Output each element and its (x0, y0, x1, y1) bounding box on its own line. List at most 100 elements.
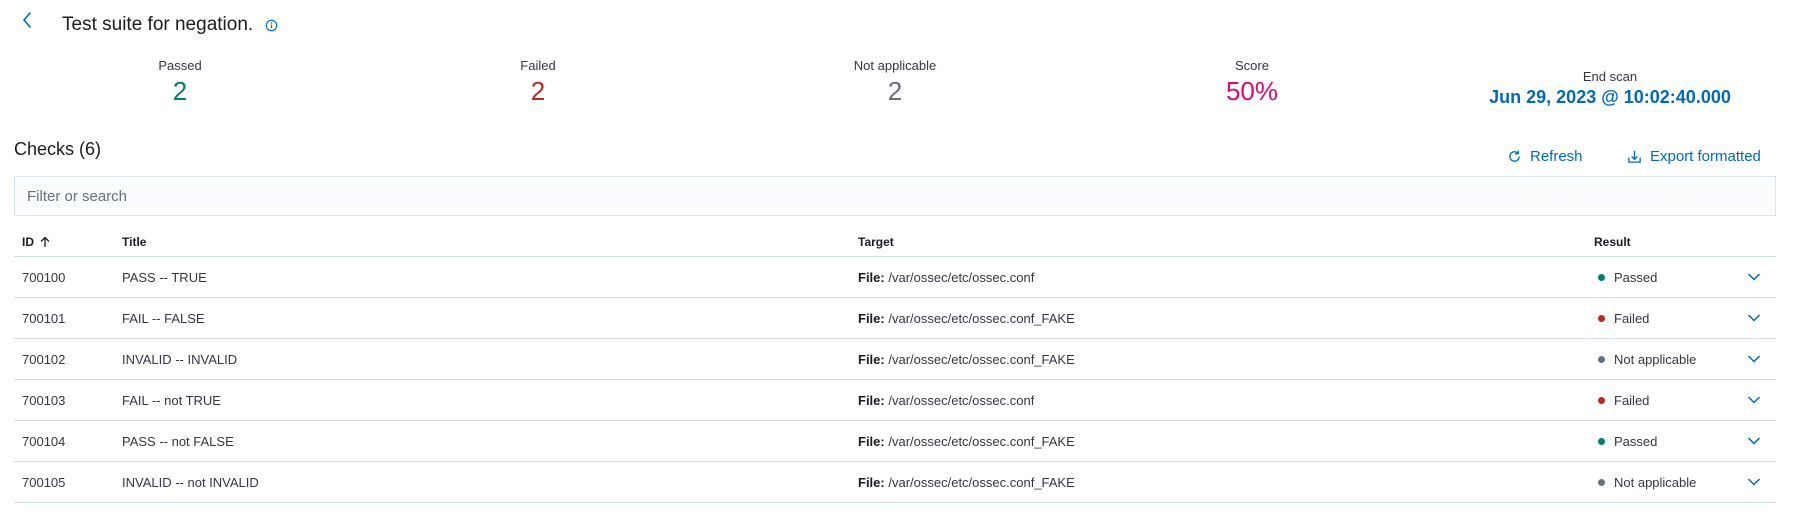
target-path: /var/ossec/etc/ossec.conf_FAKE (888, 434, 1075, 449)
cell-result: Failed (1598, 393, 1649, 408)
stat-value-failed: 2 (530, 76, 546, 106)
chevron-down-icon (1747, 355, 1761, 363)
target-path: /var/ossec/etc/ossec.conf_FAKE (888, 352, 1075, 367)
table-row[interactable]: 700101 FAIL -- FALSE File: /var/ossec/et… (14, 298, 1776, 339)
cell-id: 700105 (22, 475, 66, 490)
expand-row-button[interactable] (1744, 267, 1764, 287)
expand-row-button[interactable] (1744, 390, 1764, 410)
cell-title: INVALID -- not INVALID (122, 475, 259, 490)
stat-label: Failed (520, 58, 556, 73)
cell-title: FAIL -- not TRUE (122, 393, 221, 408)
stat-value-not-applicable: 2 (887, 76, 903, 106)
cell-title: PASS -- not FALSE (122, 434, 234, 449)
chevron-left-icon (23, 12, 31, 28)
export-label: Export formatted (1650, 147, 1761, 165)
column-header-target[interactable]: Target (858, 235, 894, 249)
result-label: Failed (1614, 393, 1650, 408)
info-icon[interactable] (265, 19, 278, 32)
target-path: /var/ossec/etc/ossec.conf (888, 270, 1035, 285)
column-label-id: ID (22, 235, 34, 249)
expand-row-button[interactable] (1744, 431, 1764, 451)
target-prefix: File: (858, 475, 885, 490)
cell-target: File: /var/ossec/etc/ossec.conf (858, 393, 1034, 408)
search-input[interactable] (27, 187, 1775, 205)
cell-title: PASS -- TRUE (122, 270, 207, 285)
stat-passed: Passed 2 (110, 58, 250, 107)
stat-score: Score 50% (1182, 58, 1322, 107)
table-row[interactable]: 700104 PASS -- not FALSE File: /var/osse… (14, 421, 1776, 462)
status-dot (1598, 479, 1605, 486)
cell-target: File: /var/ossec/etc/ossec.conf_FAKE (858, 475, 1075, 490)
cell-target: File: /var/ossec/etc/ossec.conf_FAKE (858, 434, 1075, 449)
table-row[interactable]: 700102 INVALID -- INVALID File: /var/oss… (14, 339, 1776, 380)
table-row[interactable]: 700100 PASS -- TRUE File: /var/ossec/etc… (14, 257, 1776, 298)
result-label: Passed (1614, 434, 1658, 449)
export-icon (1628, 150, 1641, 163)
cell-target: File: /var/ossec/etc/ossec.conf (858, 270, 1034, 285)
checks-table: ID Title Target Result 700100 PASS -- TR… (14, 226, 1776, 503)
cell-id: 700100 (22, 270, 66, 285)
table-header: ID Title Target Result (14, 226, 1776, 257)
cell-result: Failed (1598, 311, 1649, 326)
column-header-id[interactable]: ID (22, 235, 51, 249)
cell-result: Passed (1598, 434, 1657, 449)
cell-title: FAIL -- FALSE (122, 311, 205, 326)
expand-row-button[interactable] (1744, 349, 1764, 369)
target-prefix: File: (858, 311, 885, 326)
stat-value-passed: 2 (172, 76, 188, 106)
stat-not-applicable: Not applicable 2 (820, 58, 970, 107)
target-path: /var/ossec/etc/ossec.conf_FAKE (888, 475, 1075, 490)
back-button[interactable] (18, 9, 36, 31)
status-dot (1598, 274, 1605, 281)
cell-target: File: /var/ossec/etc/ossec.conf_FAKE (858, 352, 1075, 367)
cell-id: 700104 (22, 434, 66, 449)
checks-title: Checks (6) (14, 139, 102, 159)
result-label: Passed (1614, 270, 1658, 285)
cell-id: 700102 (22, 352, 66, 367)
sort-ascending-icon (40, 236, 50, 247)
target-prefix: File: (858, 352, 885, 367)
status-dot (1598, 438, 1605, 445)
scan-stats: Passed 2 Failed 2 Not applicable 2 Score… (0, 58, 1801, 118)
table-row[interactable]: 700103 FAIL -- not TRUE File: /var/ossec… (14, 380, 1776, 421)
cell-id: 700101 (22, 311, 66, 326)
page-title: Test suite for negation. (62, 14, 254, 35)
stat-label: End scan (1582, 69, 1638, 84)
target-path: /var/ossec/etc/ossec.conf (888, 393, 1035, 408)
refresh-label: Refresh (1530, 147, 1583, 165)
status-dot (1598, 397, 1605, 404)
status-dot (1598, 315, 1605, 322)
stat-label: Score (1235, 58, 1269, 73)
cell-result: Not applicable (1598, 475, 1696, 490)
export-formatted-button[interactable]: Export formatted (1627, 146, 1761, 166)
table-row[interactable]: 700105 INVALID -- not INVALID File: /var… (14, 462, 1776, 503)
result-label: Not applicable (1614, 475, 1697, 490)
result-label: Not applicable (1614, 352, 1697, 367)
search-bar (14, 176, 1776, 216)
stat-failed: Failed 2 (468, 58, 608, 107)
target-prefix: File: (858, 270, 885, 285)
result-label: Failed (1614, 311, 1650, 326)
target-prefix: File: (858, 434, 885, 449)
chevron-down-icon (1747, 273, 1761, 281)
stat-value-score: 50% (1225, 76, 1279, 106)
cell-id: 700103 (22, 393, 66, 408)
chevron-down-icon (1747, 314, 1761, 322)
cell-title: INVALID -- INVALID (122, 352, 238, 367)
column-header-title[interactable]: Title (122, 235, 146, 249)
chevron-down-icon (1747, 396, 1761, 404)
target-prefix: File: (858, 393, 885, 408)
expand-row-button[interactable] (1744, 308, 1764, 328)
column-header-result[interactable]: Result (1594, 235, 1631, 249)
cell-result: Passed (1598, 270, 1657, 285)
refresh-icon (1509, 149, 1520, 162)
expand-row-button[interactable] (1744, 472, 1764, 492)
cell-result: Not applicable (1598, 352, 1696, 367)
chevron-down-icon (1747, 478, 1761, 486)
target-path: /var/ossec/etc/ossec.conf_FAKE (888, 311, 1075, 326)
stat-value-end-scan: Jun 29, 2023 @ 10:02:40.000 (1489, 87, 1731, 107)
stat-label: Passed (158, 58, 202, 73)
stat-end-scan: End scan Jun 29, 2023 @ 10:02:40.000 (1460, 69, 1760, 109)
refresh-button[interactable]: Refresh (1507, 146, 1583, 166)
cell-target: File: /var/ossec/etc/ossec.conf_FAKE (858, 311, 1075, 326)
